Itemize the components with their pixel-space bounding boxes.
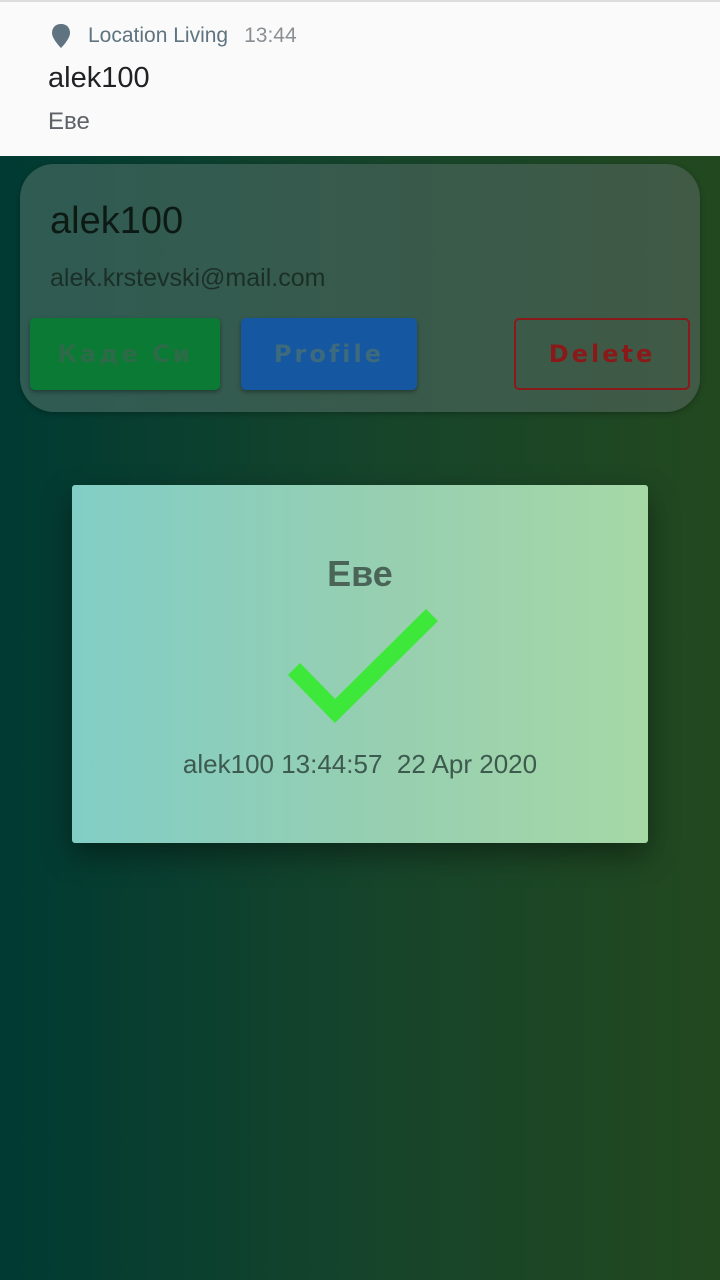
delete-button[interactable]: Delete	[514, 318, 690, 390]
notification-time: 13:44	[244, 24, 297, 47]
notification[interactable]: Location Living 13:44 alek100 Еве	[0, 0, 720, 156]
user-card: alek100 alek.krstevski@mail.com Каде Си …	[20, 164, 700, 412]
dialog-info: alek100 13:44:57 22 Apr 2020	[182, 749, 538, 779]
user-name: alek100	[50, 200, 184, 242]
notification-title: alek100	[48, 62, 150, 94]
dialog-title: Еве	[327, 553, 393, 594]
user-email: alek.krstevski@mail.com	[50, 264, 326, 292]
checkmark-icon	[287, 608, 438, 725]
notification-header: Location Living 13:44	[50, 22, 297, 50]
kade-si-button[interactable]: Каде Си	[30, 318, 220, 390]
notification-text: Еве	[48, 108, 90, 135]
notification-app-name: Location Living	[88, 24, 229, 47]
profile-button[interactable]: Profile	[241, 318, 417, 390]
location-pin-icon	[50, 23, 72, 49]
confirmation-dialog: Еве alek100 13:44:57 22 Apr 2020	[72, 485, 648, 843]
